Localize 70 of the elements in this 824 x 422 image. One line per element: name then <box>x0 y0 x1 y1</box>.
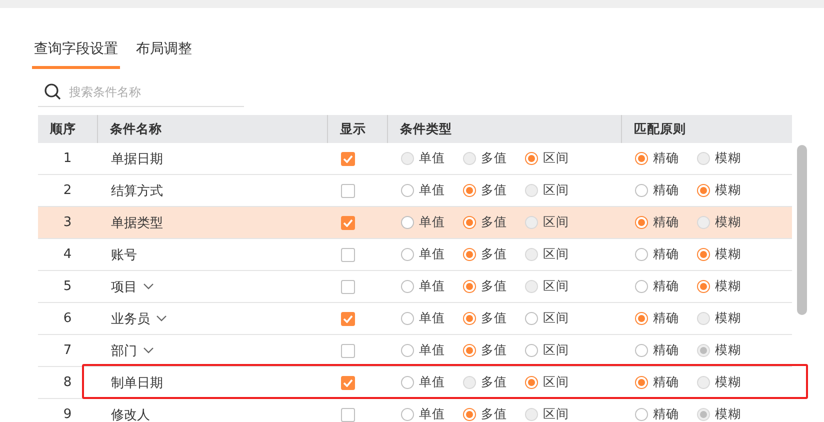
radio-option[interactable]: 区间 <box>525 374 587 391</box>
condition-name: 单据类型 <box>111 214 163 232</box>
order-number: 9 <box>63 407 72 422</box>
radio-option[interactable]: 单值 <box>401 374 463 391</box>
radio-option[interactable]: 精确 <box>635 150 697 167</box>
search-icon <box>44 83 61 100</box>
condition-name: 账号 <box>111 246 137 264</box>
radio-option[interactable]: 精确 <box>635 182 697 199</box>
radio-option[interactable]: 单值 <box>401 214 463 231</box>
chevron-down-icon[interactable] <box>156 315 167 322</box>
checkbox[interactable] <box>341 312 355 326</box>
radio-option[interactable]: 单值 <box>401 342 463 359</box>
radio-option[interactable]: 区间 <box>525 310 587 327</box>
checkbox[interactable] <box>341 184 355 198</box>
radio-option[interactable]: 模糊 <box>697 182 759 199</box>
checkbox[interactable] <box>341 280 355 294</box>
radio-option[interactable]: 区间 <box>525 342 587 359</box>
tab[interactable]: 查询字段设置 <box>32 40 120 69</box>
radio-option[interactable]: 多值 <box>463 214 525 231</box>
radio-option[interactable]: 多值 <box>463 406 525 422</box>
checkbox[interactable] <box>341 408 355 422</box>
order-number: 4 <box>63 247 72 262</box>
column-header: 顺序 <box>48 120 77 138</box>
order-number: 6 <box>63 311 72 326</box>
condition-name: 修改人 <box>111 406 150 422</box>
radio-option[interactable]: 精确 <box>635 246 697 263</box>
order-number: 1 <box>63 151 72 166</box>
order-number: 7 <box>63 343 72 358</box>
checkbox[interactable] <box>341 152 355 166</box>
radio-option[interactable]: 精确 <box>635 214 697 231</box>
order-number: 5 <box>63 279 72 294</box>
checkbox[interactable] <box>341 344 355 358</box>
condition-name: 业务员 <box>111 310 150 328</box>
condition-name: 部门 <box>111 342 137 360</box>
radio-option[interactable]: 精确 <box>635 342 697 359</box>
column-header: 条件名称 <box>97 115 327 143</box>
order-number: 2 <box>63 183 72 198</box>
radio-option[interactable]: 多值 <box>463 342 525 359</box>
chevron-down-icon[interactable] <box>143 347 154 354</box>
checkbox[interactable] <box>341 248 355 262</box>
radio-option[interactable]: 多值 <box>463 278 525 295</box>
condition-name: 结算方式 <box>111 182 163 200</box>
radio-option[interactable]: 区间 <box>525 150 587 167</box>
order-number: 8 <box>63 375 72 390</box>
radio-option[interactable]: 精确 <box>635 278 697 295</box>
condition-name: 项目 <box>111 278 137 296</box>
chevron-down-icon[interactable] <box>143 283 154 290</box>
radio-option[interactable]: 精确 <box>635 310 697 327</box>
tab[interactable]: 布局调整 <box>136 40 192 69</box>
radio-option[interactable]: 单值 <box>401 278 463 295</box>
condition-name: 制单日期 <box>111 374 163 392</box>
column-header: 条件类型 <box>387 115 621 143</box>
radio-option[interactable]: 精确 <box>635 406 697 422</box>
radio-option[interactable]: 多值 <box>463 310 525 327</box>
condition-name: 单据日期 <box>111 150 163 168</box>
radio-option[interactable]: 模糊 <box>697 278 759 295</box>
column-header: 显示 <box>327 115 387 143</box>
radio-option[interactable]: 多值 <box>463 246 525 263</box>
checkbox[interactable] <box>341 216 355 230</box>
radio-option[interactable]: 模糊 <box>697 246 759 263</box>
radio-option[interactable]: 单值 <box>401 182 463 199</box>
order-number: 3 <box>63 215 72 230</box>
scrollbar-thumb[interactable] <box>797 145 807 315</box>
checkbox[interactable] <box>341 376 355 390</box>
radio-option[interactable]: 单值 <box>401 406 463 422</box>
column-header: 匹配原则 <box>621 115 792 143</box>
radio-option[interactable]: 多值 <box>463 182 525 199</box>
radio-option[interactable]: 单值 <box>401 246 463 263</box>
radio-option[interactable]: 精确 <box>635 374 697 391</box>
radio-option[interactable]: 单值 <box>401 310 463 327</box>
